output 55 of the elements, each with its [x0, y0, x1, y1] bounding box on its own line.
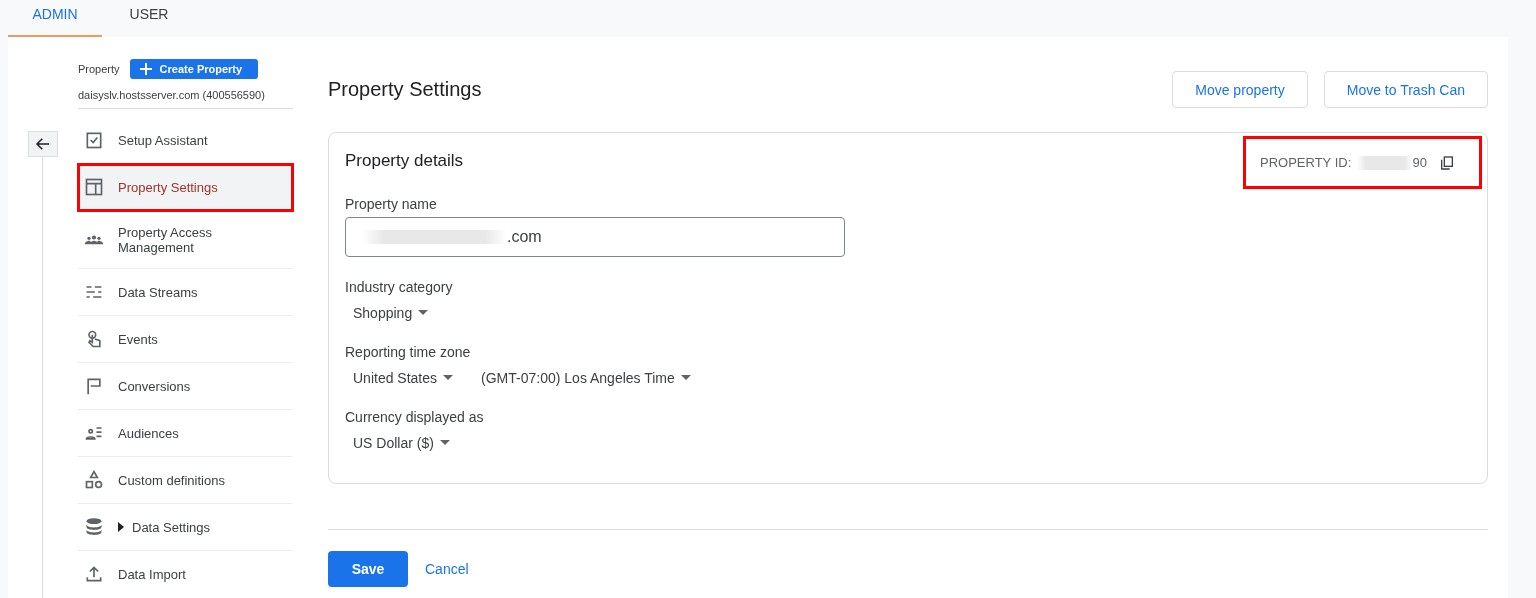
sidebar-item-label: Data Import	[118, 566, 186, 582]
dropdown[interactable]: United States	[353, 370, 454, 386]
tab[interactable]: USER	[102, 0, 196, 37]
sidebar-item[interactable]: Data Streams	[78, 269, 293, 316]
property-id-end: 90	[1412, 155, 1427, 170]
shapes-icon	[84, 470, 104, 490]
sidebar-item-label: Conversions	[118, 378, 191, 394]
sidebar-item-label: Property Settings	[118, 179, 218, 195]
flag-icon	[84, 376, 104, 396]
sidebar-item-label: Property Access Management	[118, 224, 213, 255]
sidebar-item[interactable]: Property Settings	[78, 164, 293, 211]
database-icon	[84, 517, 104, 537]
expand-triangle-icon[interactable]	[118, 522, 124, 532]
sidebar-item[interactable]: Property Access Management	[78, 211, 293, 269]
create-property-button[interactable]: Create Property	[129, 59, 259, 79]
sidebar-item[interactable]: Conversions	[78, 363, 293, 410]
layout-icon	[84, 177, 104, 197]
dropdown[interactable]: US Dollar ($)	[353, 435, 450, 451]
field-label: Industry category	[345, 279, 454, 295]
dropdown-caret-icon	[680, 375, 691, 381]
sidebar-item-label: Events	[118, 331, 158, 347]
sidebar-item[interactable]: Events	[78, 316, 293, 363]
dropdown-caret-icon	[443, 375, 454, 381]
sidebar-item[interactable]: Audiences	[78, 410, 293, 457]
dropdown[interactable]: (GMT-07:00) Los Angeles Time	[481, 370, 691, 386]
sidebar-item-label: Data Settings	[132, 519, 211, 535]
page-title: Property Settings	[328, 78, 482, 101]
clipboard-check-icon	[84, 130, 104, 150]
sidebar-item-label: Custom definitions	[118, 472, 225, 488]
sidebar-item-label: Audiences	[118, 425, 179, 441]
sidebar-item-label: Data Streams	[118, 284, 198, 300]
back-button[interactable]	[28, 131, 58, 157]
property-name-field[interactable]: .com	[345, 217, 845, 257]
action-button[interactable]: Move property	[1172, 71, 1308, 108]
cancel-link[interactable]: Cancel	[425, 561, 469, 577]
property-id-label: PROPERTY ID:	[1260, 155, 1352, 170]
sidebar-item-label: Setup Assistant	[118, 132, 208, 148]
property-account-name: daisyslv.hostsserver.com (400556590)	[78, 89, 293, 109]
field-label: Reporting time zone	[345, 344, 472, 360]
action-button[interactable]: Move to Trash Can	[1323, 71, 1488, 108]
field-label: Currency displayed as	[345, 409, 485, 425]
property-label: Property	[78, 63, 120, 75]
dropdown-caret-icon	[418, 310, 429, 316]
save-button[interactable]: Save	[328, 551, 408, 587]
copy-icon[interactable]	[1438, 153, 1455, 172]
sidebar-item[interactable]: Custom definitions	[78, 457, 293, 504]
plus-icon	[139, 63, 152, 75]
back-arrow-icon	[34, 135, 52, 153]
card-title: Property details	[345, 151, 464, 171]
upload-icon	[84, 564, 104, 584]
sidebar-item[interactable]: Data Settings	[78, 504, 293, 551]
field-label: Property name	[345, 196, 438, 212]
dropdown-caret-icon	[439, 440, 450, 446]
sidebar-item[interactable]: Data Import	[78, 551, 293, 598]
dropdown[interactable]: Shopping	[353, 305, 429, 321]
